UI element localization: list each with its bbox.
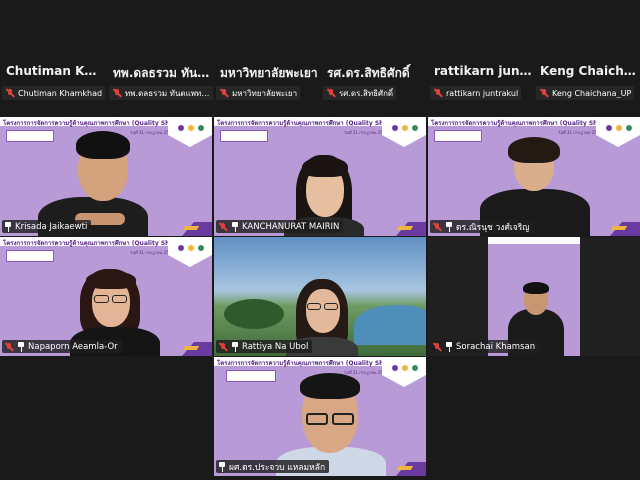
strip-participant[interactable]: ทพ.ดลธรวม ทันด... ทพ.ดลธรวม ทันตแพทยศา..… xyxy=(107,58,213,102)
participant-label: มหาวิทยาลัยพะเยา xyxy=(216,86,301,100)
strip-participant[interactable]: รศ.ดร.สิทธิศักดิ์ รศ.ดร.สิทธิศักดิ์ xyxy=(321,58,427,102)
slide-date: วันที่ 31 กรกฎาคม 2566 xyxy=(344,370,388,375)
slide-date: วันที่ 31 กรกฎาคม 2566 xyxy=(130,130,174,135)
participant-strip: Chutiman Kha... Chutiman Khamkhad ทพ.ดลธ… xyxy=(0,58,640,102)
participant-label: รศ.ดร.สิทธิศักดิ์ xyxy=(323,86,397,100)
video-tile[interactable]: Sorachai Khamsan xyxy=(428,237,640,356)
conference-logo xyxy=(596,117,640,147)
slide-textbox xyxy=(6,130,54,142)
participant-display-name: rattikarn juntra... xyxy=(434,64,532,78)
video-tile[interactable]: โครงการการจัดการความรู้ด้านคุณภาพการศึกษ… xyxy=(428,117,640,236)
slide-title: โครงการการจัดการความรู้ด้านคุณภาพการศึกษ… xyxy=(3,240,190,247)
conference-logo xyxy=(382,117,426,147)
mic-muted-icon xyxy=(326,88,336,98)
pin-icon xyxy=(445,221,453,232)
strip-participant[interactable]: Chutiman Kha... Chutiman Khamkhad xyxy=(0,58,106,102)
participant-name-tag: KANCHANURAT MAIRIN xyxy=(216,220,344,233)
conference-logo xyxy=(168,117,212,147)
participant-name-tag: ผศ.ดร.ประจวบ แหลมหลัก xyxy=(216,460,330,473)
mic-muted-icon xyxy=(539,88,549,98)
participant-name-tag: Sorachai Khamsan xyxy=(430,340,540,353)
pin-icon xyxy=(4,221,12,232)
participant-label: ทพ.ดลธรวม ทันตแพทยศา... xyxy=(109,86,213,100)
participant-label: rattikarn juntrakul xyxy=(430,86,522,100)
video-tile[interactable]: Rattiya Na Ubol xyxy=(214,237,426,356)
participant-display-name: Keng Chaichana... xyxy=(540,64,638,78)
video-tile[interactable]: โครงการการจัดการความรู้ด้านคุณภาพการศึกษ… xyxy=(214,117,426,236)
mic-muted-icon xyxy=(4,342,14,352)
participant-name-tag: Krisada Jaikaewti xyxy=(2,220,92,233)
slide-date: วันที่ 31 กรกฎาคม 2566 xyxy=(130,250,174,255)
mic-muted-icon xyxy=(218,222,228,232)
mic-muted-icon xyxy=(219,88,229,98)
mic-muted-icon xyxy=(433,88,443,98)
participant-display-name: มหาวิทยาลัยพะเยา xyxy=(220,66,318,80)
conference-logo xyxy=(382,357,426,387)
slide-textbox xyxy=(6,250,54,262)
slide-title: โครงการการจัดการความรู้ด้านคุณภาพการศึกษ… xyxy=(3,120,190,127)
active-speaker-tile[interactable]: โครงการการจัดการความรู้ด้านคุณภาพการศึกษ… xyxy=(214,357,426,476)
mic-muted-icon xyxy=(218,342,228,352)
participant-display-name: รศ.ดร.สิทธิศักดิ์ xyxy=(327,66,410,80)
slide-title: โครงการการจัดการความรู้ด้านคุณภาพการศึกษ… xyxy=(431,120,618,127)
participant-name-tag: ดร.ณิรนุช วงศ์เจริญ xyxy=(430,220,534,233)
pin-icon xyxy=(231,341,239,352)
participant-name-tag: Rattiya Na Ubol xyxy=(216,340,313,353)
mic-muted-icon xyxy=(432,342,442,352)
video-tile[interactable]: โครงการการจัดการความรู้ด้านคุณภาพการศึกษ… xyxy=(0,117,212,236)
conference-logo xyxy=(168,237,212,267)
participant-display-name: Chutiman Kha... xyxy=(6,64,104,78)
participant-name-tag: Napaporn Aeamla-Or xyxy=(2,340,122,353)
slide-date: วันที่ 31 กรกฎาคม 2566 xyxy=(558,130,602,135)
participant-display-name: ทพ.ดลธรวม ทันด... xyxy=(113,66,211,80)
slide-textbox xyxy=(434,130,482,142)
slide-title: โครงการการจัดการความรู้ด้านคุณภาพการศึกษ… xyxy=(217,120,404,127)
pin-icon xyxy=(231,221,239,232)
mic-muted-icon xyxy=(112,88,122,98)
strip-participant[interactable]: rattikarn juntra... rattikarn juntrakul xyxy=(428,58,534,102)
strip-participant[interactable]: Keng Chaichana... Keng Chaichana_UP xyxy=(534,58,640,102)
strip-participant[interactable]: มหาวิทยาลัยพะเยา มหาวิทยาลัยพะเยา xyxy=(214,58,320,102)
slide-date: วันที่ 31 กรกฎาคม 2566 xyxy=(344,130,388,135)
participant-label: Keng Chaichana_UP xyxy=(536,86,635,100)
mic-muted-icon xyxy=(5,88,15,98)
slide-textbox xyxy=(220,130,268,142)
pin-icon xyxy=(17,341,25,352)
slide-title: โครงการการจัดการความรู้ด้านคุณภาพการศึกษ… xyxy=(217,360,404,367)
slide-textbox xyxy=(226,370,276,382)
video-tile[interactable]: โครงการการจัดการความรู้ด้านคุณภาพการศึกษ… xyxy=(0,237,212,356)
pin-icon xyxy=(445,341,453,352)
pin-icon xyxy=(218,461,226,472)
mic-muted-icon xyxy=(432,222,442,232)
participant-label: Chutiman Khamkhad xyxy=(2,86,106,100)
